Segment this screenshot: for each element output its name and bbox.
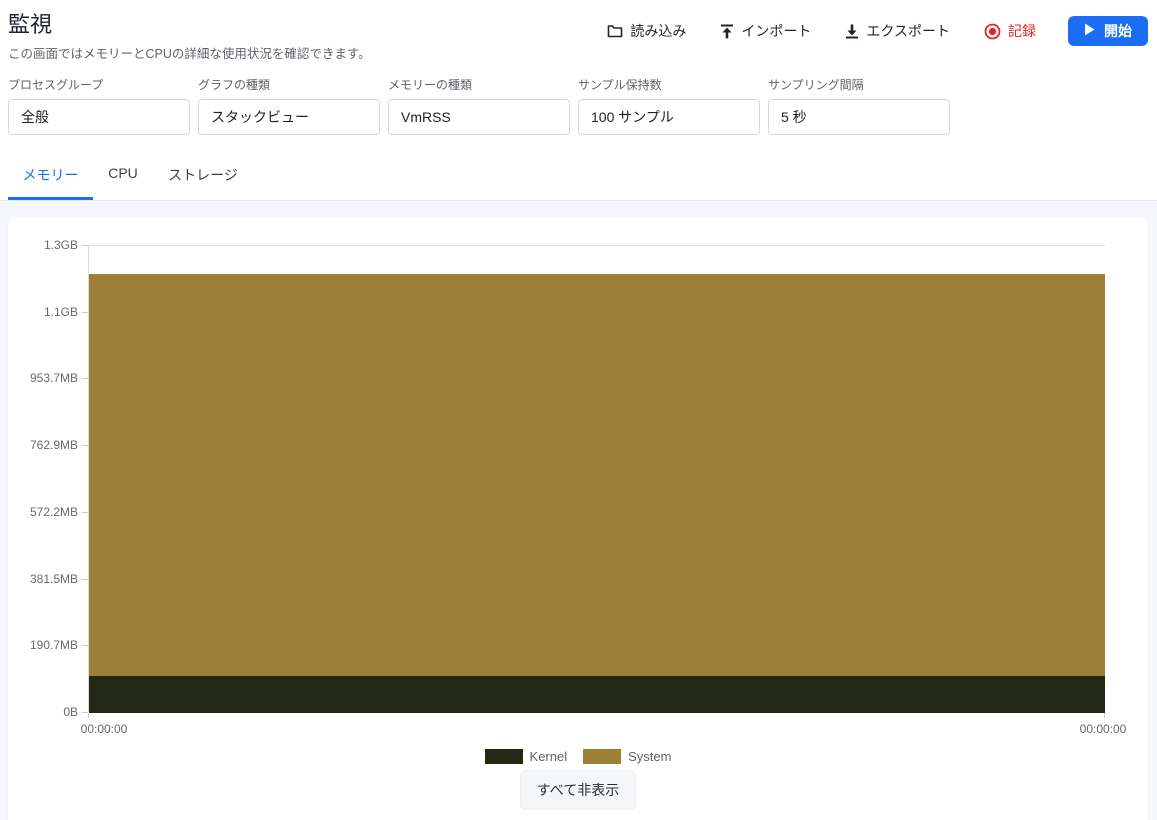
- x-tick: [88, 713, 89, 718]
- graph-type-select[interactable]: スタックビュー: [198, 99, 380, 135]
- play-icon: [1084, 23, 1095, 39]
- process-group-select[interactable]: 全般: [8, 99, 190, 135]
- start-button[interactable]: 開始: [1068, 16, 1148, 46]
- tab-storage[interactable]: ストレージ: [153, 155, 253, 200]
- chart-card: 1.3GB 1.1GB 953.7MB 762.9MB 572.2MB 381.…: [8, 217, 1148, 820]
- x-tick: [1104, 713, 1105, 718]
- memory-type-select[interactable]: VmRSS: [388, 99, 570, 135]
- record-button[interactable]: 記録: [982, 17, 1038, 45]
- hide-all-button[interactable]: すべて非表示: [520, 770, 636, 810]
- sample-count-label: サンプル保持数: [578, 76, 760, 93]
- legend-item-system[interactable]: System: [583, 749, 671, 764]
- y-axis-label: 762.9MB: [8, 436, 78, 454]
- import-button-label: インポート: [741, 21, 811, 41]
- memory-type-label: メモリーの種類: [388, 76, 570, 93]
- x-axis-label-end: 00:00:00: [1058, 722, 1148, 736]
- hide-all-wrap: すべて非表示: [8, 770, 1148, 810]
- series-area-kernel: [89, 676, 1105, 713]
- import-button[interactable]: インポート: [718, 17, 813, 45]
- x-axis-label-start: 00:00:00: [59, 722, 149, 736]
- load-button[interactable]: 読み込み: [605, 17, 688, 45]
- filter-row: プロセスグループ 全般 グラフの種類 スタックビュー メモリーの種類 VmRSS…: [0, 76, 1157, 135]
- y-axis-label: 1.1GB: [8, 303, 78, 321]
- download-icon: [845, 24, 859, 39]
- start-button-label: 開始: [1104, 21, 1132, 41]
- tab-memory[interactable]: メモリー: [8, 155, 93, 200]
- tab-bar: メモリー CPU ストレージ: [0, 155, 1157, 201]
- record-button-label: 記録: [1008, 21, 1036, 41]
- page-header: 監視 この画面ではメモリーとCPUの詳細な使用状況を確認できます。 読み込み イ…: [0, 0, 1157, 62]
- sample-count-field: サンプル保持数 100 サンプル: [578, 76, 760, 135]
- graph-type-field: グラフの種類 スタックビュー: [198, 76, 380, 135]
- stacked-area-chart[interactable]: [88, 245, 1105, 712]
- chart-legend: Kernel System: [8, 749, 1148, 764]
- page-title: 監視: [8, 10, 371, 40]
- process-group-field: プロセスグループ 全般: [8, 76, 190, 135]
- y-axis-label: 572.2MB: [8, 503, 78, 521]
- sampling-interval-label: サンプリング間隔: [768, 76, 950, 93]
- y-axis-label: 1.3GB: [8, 236, 78, 254]
- legend-item-kernel[interactable]: Kernel: [485, 749, 568, 764]
- y-axis-label: 190.7MB: [8, 636, 78, 654]
- content-area: 1.3GB 1.1GB 953.7MB 762.9MB 572.2MB 381.…: [0, 201, 1157, 820]
- kernel-legend-label: Kernel: [530, 749, 568, 764]
- series-area-system: [89, 274, 1105, 676]
- action-bar: 読み込み インポート エクスポート 記録 開始: [605, 16, 1148, 46]
- export-button-label: エクスポート: [866, 21, 950, 41]
- tab-cpu[interactable]: CPU: [93, 155, 153, 200]
- sample-count-select[interactable]: 100 サンプル: [578, 99, 760, 135]
- system-legend-label: System: [628, 749, 671, 764]
- system-swatch: [583, 749, 621, 764]
- load-button-label: 読み込み: [630, 21, 686, 41]
- memory-type-field: メモリーの種類 VmRSS: [388, 76, 570, 135]
- title-block: 監視 この画面ではメモリーとCPUの詳細な使用状況を確認できます。: [8, 10, 371, 62]
- y-axis-label: 381.5MB: [8, 570, 78, 588]
- graph-type-label: グラフの種類: [198, 76, 380, 93]
- export-button[interactable]: エクスポート: [843, 17, 952, 45]
- page-subtitle: この画面ではメモリーとCPUの詳細な使用状況を確認できます。: [8, 43, 371, 62]
- upload-icon: [720, 24, 734, 39]
- y-axis-label: 0B: [8, 703, 78, 721]
- process-group-label: プロセスグループ: [8, 76, 190, 93]
- folder-icon: [607, 24, 623, 38]
- record-icon: [984, 23, 1001, 40]
- y-axis-label: 953.7MB: [8, 369, 78, 387]
- sampling-interval-select[interactable]: 5 秒: [768, 99, 950, 135]
- kernel-swatch: [485, 749, 523, 764]
- sampling-interval-field: サンプリング間隔 5 秒: [768, 76, 950, 135]
